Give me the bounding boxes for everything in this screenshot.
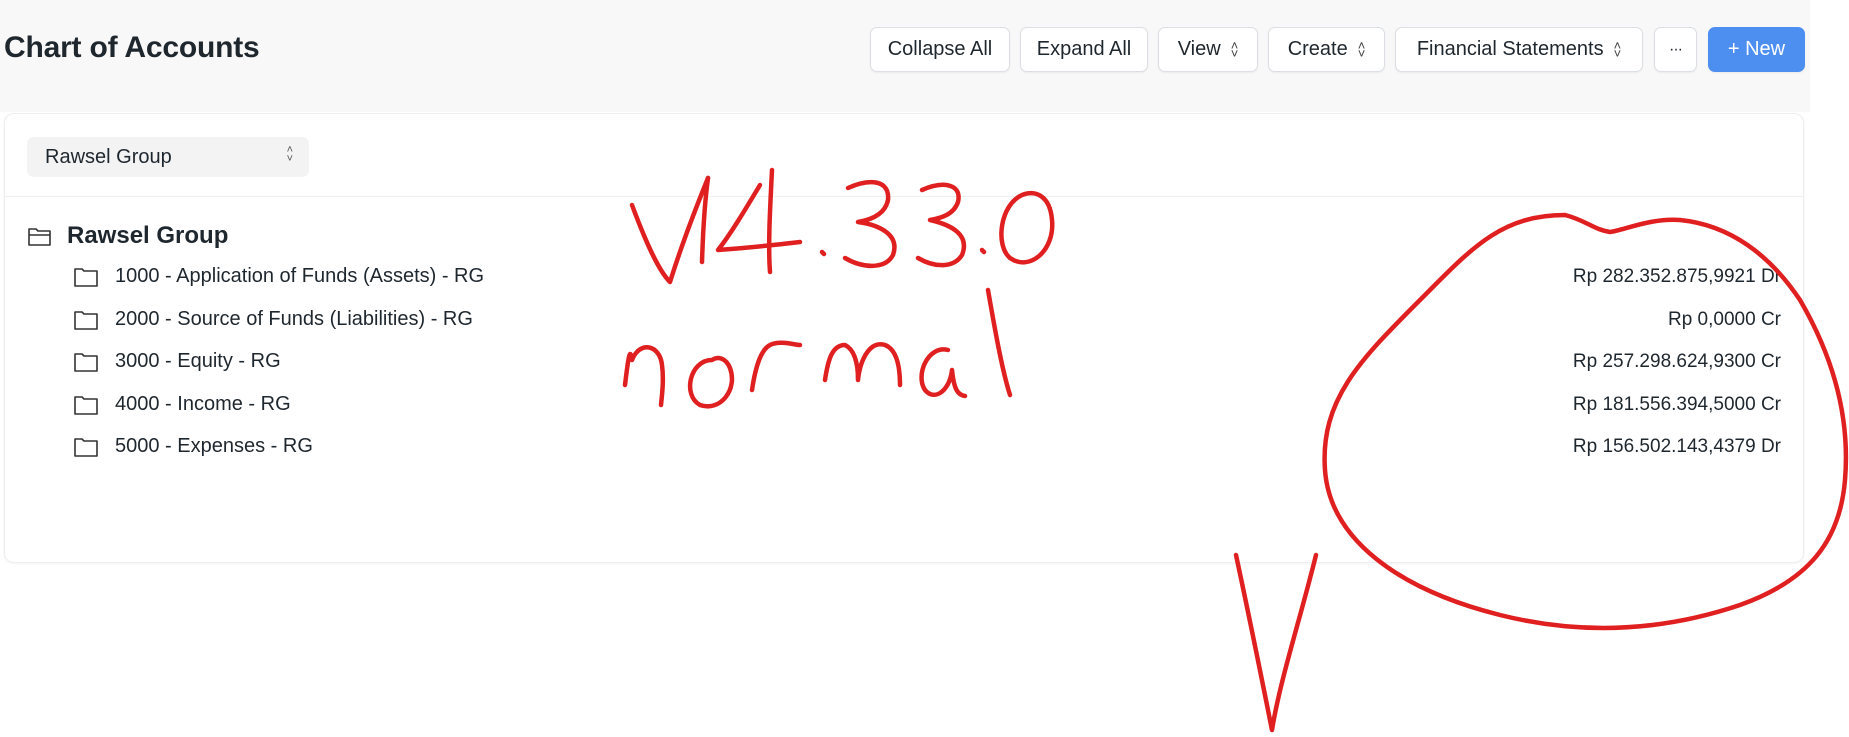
account-label: 2000 - Source of Funds (Liabilities) - R…: [115, 308, 473, 330]
account-row[interactable]: 1000 - Application of Funds (Assets) - R…: [73, 265, 484, 288]
folder-icon: [74, 395, 98, 415]
select-chevrons-icon: ˄ ˅: [286, 144, 293, 165]
sort-chevrons-icon: ˄ ˅: [1613, 37, 1622, 61]
account-label: 4000 - Income - RG: [115, 393, 291, 415]
create-label: Create: [1287, 38, 1348, 60]
account-balance: Rp 181.556.394,5000 Cr: [1572, 394, 1781, 415]
folder-open-icon: [28, 228, 51, 246]
folder-icon: [74, 310, 98, 330]
account-row[interactable]: 3000 - Equity - RG: [73, 350, 281, 373]
view-label: View: [1177, 38, 1221, 60]
divider: [5, 196, 1803, 197]
expand-all-label: Expand All: [1036, 38, 1132, 60]
account-row[interactable]: 4000 - Income - RG: [73, 393, 291, 416]
account-balance: Rp 0,0000 Cr: [1667, 309, 1781, 330]
account-row[interactable]: 2000 - Source of Funds (Liabilities) - R…: [73, 308, 473, 331]
account-balance: Rp 156.502.143,4379 Dr: [1572, 436, 1781, 457]
collapse-all-button[interactable]: Collapse All: [870, 27, 1010, 72]
financial-statements-dropdown[interactable]: Financial Statements ˄ ˅: [1395, 27, 1643, 72]
collapse-all-label: Collapse All: [887, 38, 993, 60]
account-row[interactable]: 5000 - Expenses - RG: [73, 435, 313, 458]
tree-root-label: Rawsel Group: [67, 222, 229, 249]
annotation-arrow: [1233, 552, 1319, 733]
sort-chevrons-icon: ˄ ˅: [1230, 37, 1239, 61]
account-label: 5000 - Expenses - RG: [115, 435, 313, 457]
ellipsis-icon: ···: [1669, 40, 1683, 58]
tree-root[interactable]: Rawsel Group: [27, 222, 228, 250]
folder-icon: [74, 352, 98, 372]
account-label: 1000 - Application of Funds (Assets) - R…: [115, 265, 485, 287]
account-balance: Rp 282.352.875,9921 Dr: [1572, 266, 1781, 287]
new-button[interactable]: + New: [1708, 27, 1805, 72]
page-title: Chart of Accounts: [4, 31, 260, 64]
accounts-tree-card: Rawsel Group ˄ ˅ Rawsel Group 1000 - Appl…: [4, 113, 1804, 563]
create-dropdown[interactable]: Create ˄ ˅: [1268, 27, 1385, 72]
folder-icon: [74, 267, 98, 287]
account-label: 3000 - Equity - RG: [115, 350, 281, 372]
view-dropdown[interactable]: View ˄ ˅: [1158, 27, 1258, 72]
folder-icon: [74, 437, 98, 457]
expand-all-button[interactable]: Expand All: [1020, 27, 1148, 72]
company-select[interactable]: Rawsel Group ˄ ˅: [27, 137, 309, 177]
more-actions-button[interactable]: ···: [1654, 27, 1697, 72]
company-select-value: Rawsel Group: [45, 145, 172, 168]
account-balance: Rp 257.298.624,9300 Cr: [1572, 351, 1781, 372]
financial-statements-label: Financial Statements: [1416, 38, 1604, 60]
new-label: + New: [1727, 38, 1786, 60]
sort-chevrons-icon: ˄ ˅: [1357, 37, 1366, 61]
